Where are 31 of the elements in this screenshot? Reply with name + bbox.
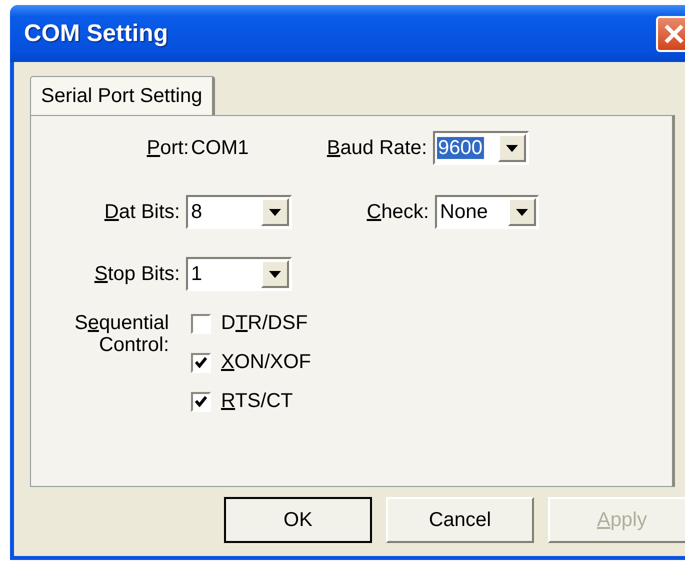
field-label: Sequential Control: — [73, 312, 170, 358]
dropdown[interactable]: 1 — [186, 257, 292, 291]
port-value: COM1 — [191, 136, 250, 160]
dialog-button[interactable]: Cancel — [386, 497, 534, 543]
checkbox-box[interactable] — [191, 314, 211, 334]
dropdown[interactable]: 8 — [186, 195, 292, 229]
close-button[interactable] — [656, 16, 685, 52]
field-label: Check: — [366, 200, 430, 224]
dropdown[interactable]: None — [435, 195, 539, 229]
field-label: Stop Bits: — [93, 262, 181, 286]
field-label: Baud Rate: — [326, 136, 428, 160]
dropdown-value: 1 — [190, 262, 204, 284]
checkbox[interactable]: DTR/DSF — [191, 312, 331, 335]
dropdown-value: 8 — [190, 200, 204, 222]
field-label: Dat Bits: — [103, 200, 181, 224]
checkbox-box[interactable] — [191, 392, 211, 412]
caret-icon[interactable] — [508, 198, 536, 226]
dropdown-value: None — [439, 200, 489, 222]
checkbox[interactable]: RTS/CT — [191, 390, 331, 413]
dropdown-value: 9600 — [437, 136, 484, 158]
window-title: COM Setting — [24, 20, 168, 48]
checkbox[interactable]: XON/XOF — [191, 351, 331, 374]
caret-icon[interactable] — [498, 134, 526, 162]
caret-icon[interactable] — [261, 260, 289, 288]
dropdown[interactable]: 9600 — [433, 131, 529, 165]
dialog-button[interactable]: OK — [224, 497, 372, 543]
close-icon — [663, 22, 685, 44]
caret-icon[interactable] — [261, 198, 289, 226]
tab[interactable]: Serial Port Setting — [30, 76, 216, 116]
checkbox-box[interactable] — [191, 352, 211, 372]
field-label: Port: — [146, 136, 190, 160]
